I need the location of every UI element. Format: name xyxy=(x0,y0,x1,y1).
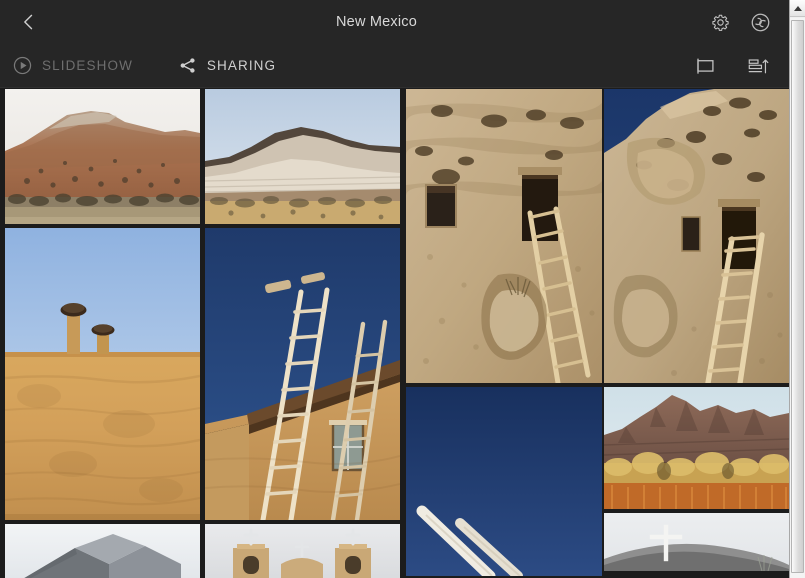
gear-icon xyxy=(711,14,729,31)
photo-blue-sky-poles[interactable] xyxy=(406,387,602,576)
photo-cliff-dwelling-ladder-left[interactable] xyxy=(406,89,602,383)
scrollbar-track[interactable] xyxy=(790,18,805,578)
chevron-left-icon xyxy=(24,14,33,30)
toolbar-view-controls xyxy=(693,53,777,79)
scrollbar-thumb[interactable] xyxy=(791,20,804,573)
photo-cross-snow-hill[interactable] xyxy=(604,513,789,571)
slideshow-label: SLIDESHOW xyxy=(42,58,133,73)
share-icon xyxy=(180,58,195,73)
mission-church-bell-towers-image xyxy=(205,524,400,578)
creative-cloud-button[interactable] xyxy=(747,9,773,35)
sharing-button[interactable]: SHARING xyxy=(177,55,276,76)
cliff-dwelling-cave-ladder-image xyxy=(406,89,602,383)
photo-gray-chapel-roof[interactable] xyxy=(5,524,200,578)
sort-button[interactable] xyxy=(745,53,771,79)
photo-mesa-red-cliffs[interactable] xyxy=(5,89,200,224)
play-circle-icon xyxy=(13,56,32,75)
photo-adobe-ladders-roof[interactable] xyxy=(205,228,400,520)
red-mesa-landscape-image xyxy=(5,89,200,224)
grid-column-2 xyxy=(205,89,400,578)
cliff-dwelling-tall-ladder-image xyxy=(604,89,789,383)
back-button[interactable] xyxy=(12,5,46,39)
filmstrip-icon xyxy=(697,57,714,74)
sharing-label: SHARING xyxy=(206,58,277,73)
photo-cliff-dwelling-ladder-right[interactable] xyxy=(604,89,789,383)
photo-gallery-app: New Mexico SLIDESHOW SHARING xyxy=(0,0,805,578)
grid-column-3 xyxy=(406,89,602,578)
settings-button[interactable] xyxy=(707,9,733,35)
white-poles-deep-blue-sky-image xyxy=(406,387,602,576)
photo-adobe-chimneys-blue-sky[interactable] xyxy=(5,228,200,520)
white-cross-snowy-hill-image xyxy=(604,513,789,571)
photo-mission-church-towers[interactable] xyxy=(205,524,400,578)
scroll-up-button[interactable] xyxy=(790,0,805,17)
title-bar: New Mexico xyxy=(0,0,789,44)
page-title: New Mexico xyxy=(336,14,417,30)
mountains-autumn-foliage-image xyxy=(604,387,789,509)
modern-gray-chapel-image xyxy=(5,524,200,578)
slideshow-button[interactable]: SLIDESHOW xyxy=(12,55,133,76)
grid-column-4 xyxy=(604,89,789,575)
adobe-building-ladders-image xyxy=(205,228,400,520)
triangle-up-icon xyxy=(794,5,802,11)
view-mode-button[interactable] xyxy=(693,53,719,79)
creative-cloud-icon xyxy=(751,13,769,31)
photo-grid[interactable] xyxy=(0,89,789,578)
photo-sandia-mountains-autumn[interactable] xyxy=(604,387,789,509)
title-bar-actions xyxy=(707,9,777,35)
sort-ascending-icon xyxy=(748,58,769,73)
adobe-wall-chimneys-image xyxy=(5,228,200,520)
vertical-scrollbar[interactable] xyxy=(789,0,805,578)
grid-column-1 xyxy=(5,89,200,578)
action-toolbar: SLIDESHOW SHARING xyxy=(0,44,789,88)
white-sandstone-mesa-image xyxy=(205,89,400,224)
photo-white-cliffs-mesa[interactable] xyxy=(205,89,400,224)
